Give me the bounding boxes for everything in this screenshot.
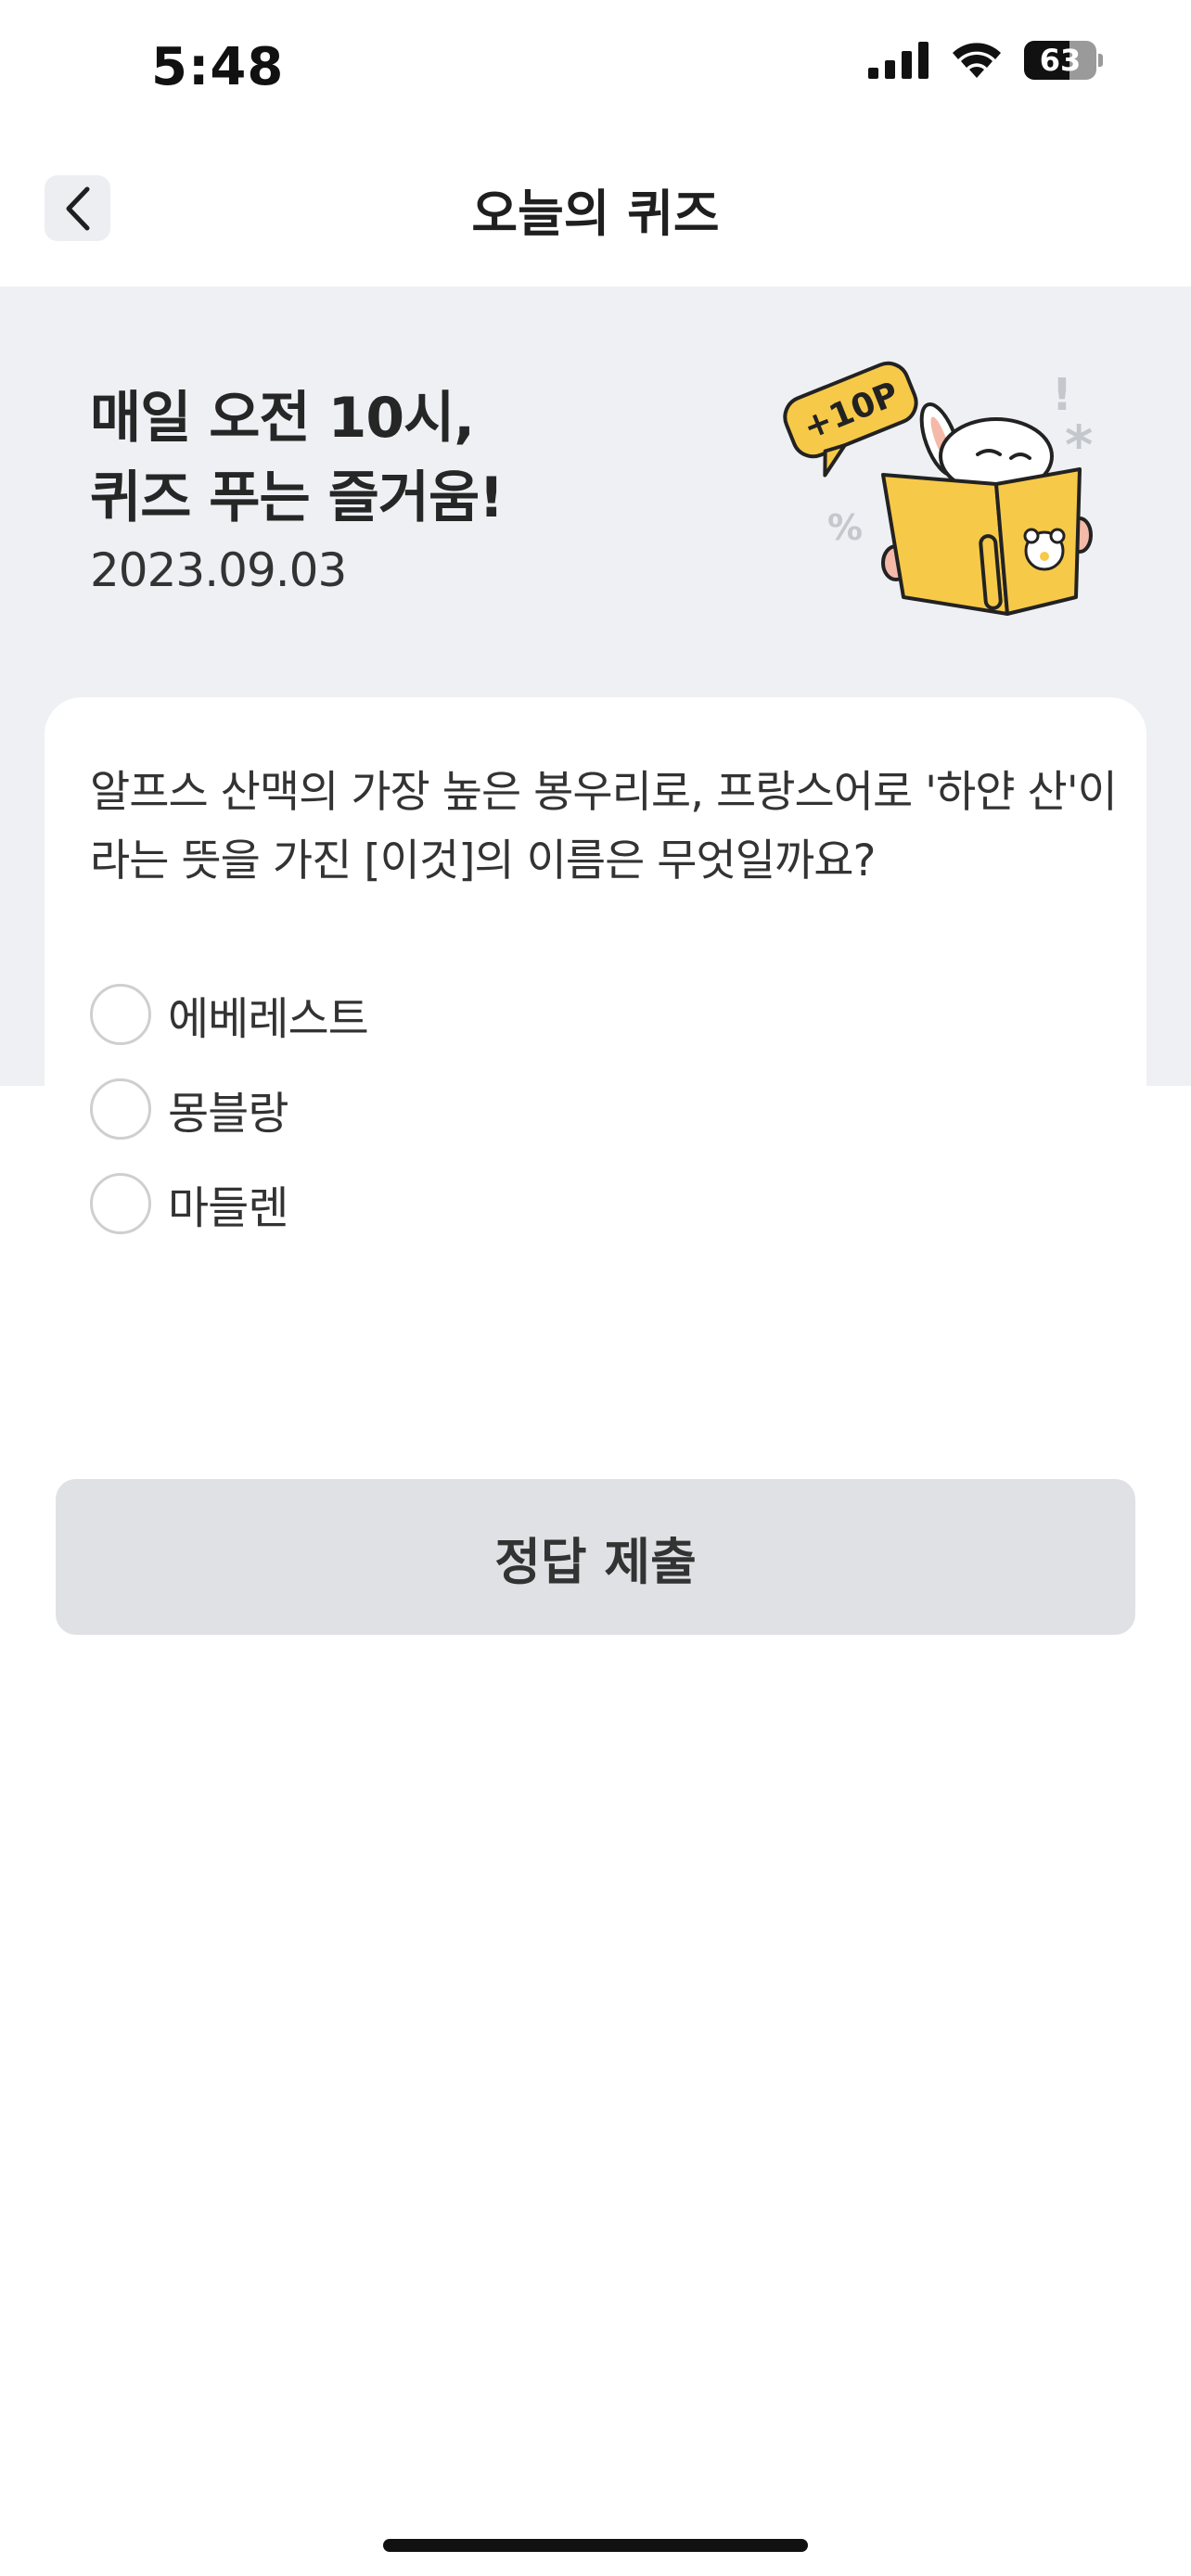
battery-level: 63 (1039, 43, 1082, 78)
hero-title-line-2: 퀴즈 푸는 즐거움! (90, 465, 505, 530)
asterisk-mark: * (1065, 414, 1093, 477)
page-title: 오늘의 퀴즈 (471, 185, 720, 243)
answer-option-2[interactable]: 몽블랑 (90, 1077, 288, 1141)
home-indicator (383, 2539, 808, 2552)
signal-icon (868, 42, 928, 79)
answer-option-3[interactable]: 마들렌 (90, 1171, 288, 1236)
hero-title: 매일 오전 10시, 퀴즈 푸는 즐거움! (90, 378, 505, 538)
radio-button[interactable] (90, 1078, 151, 1140)
answer-option-1[interactable]: 에베레스트 (90, 982, 369, 1047)
points-badge: +10P (783, 361, 918, 478)
battery-icon: 63 (1024, 41, 1103, 80)
quiz-question: 알프스 산맥의 가장 높은 봉우리로, 프랑스어로 '하얀 산'이 라는 뜻을 … (90, 759, 1120, 896)
wifi-icon (953, 43, 1001, 78)
book-icon (881, 467, 1082, 616)
radio-button[interactable] (90, 1173, 151, 1234)
submit-answer-button[interactable]: 정답 제출 (56, 1479, 1135, 1635)
answer-option-label: 몽블랑 (168, 1088, 288, 1140)
percent-mark: % (827, 507, 863, 548)
rabbit-reading-book-illustration: +10P ! * % (783, 361, 1093, 616)
answer-option-label: 마들렌 (168, 1182, 288, 1234)
quiz-question-line-2: 라는 뜻을 가진 [이것]의 이름은 무엇일까요? (90, 835, 876, 886)
hero-title-line-1: 매일 오전 10시, (90, 386, 475, 451)
quiz-question-line-1: 알프스 산맥의 가장 높은 봉우리로, 프랑스어로 '하얀 산'이 (90, 767, 1118, 818)
quiz-date: 2023.09.03 (90, 543, 347, 597)
status-icons: 63 (868, 41, 1103, 80)
radio-button[interactable] (90, 984, 151, 1045)
status-time: 5:48 (151, 37, 285, 97)
answer-option-label: 에베레스트 (168, 993, 369, 1045)
